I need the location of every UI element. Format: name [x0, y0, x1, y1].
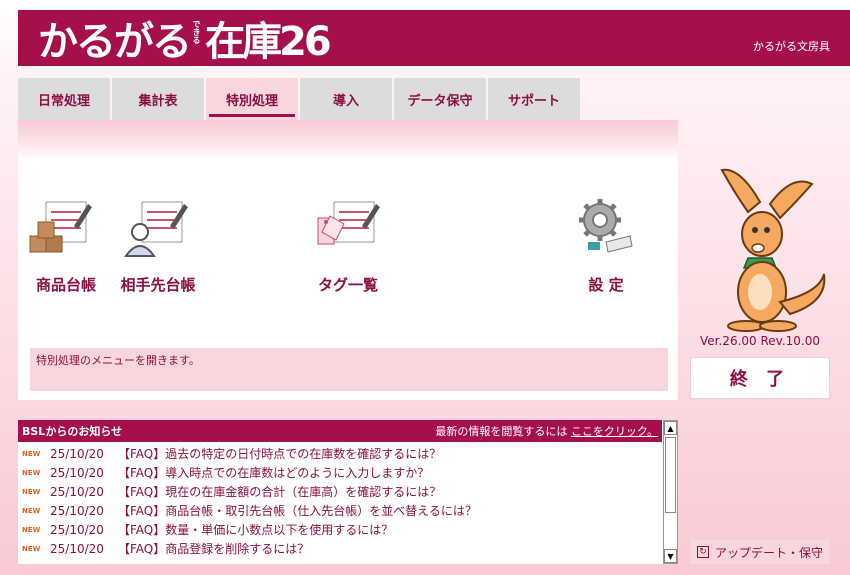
new-badge: NEW: [22, 487, 41, 496]
news-link-wrap: 最新の情報を閲覧するには ここをクリック。: [435, 423, 658, 439]
update-maintenance-label: アップデート・保守: [714, 545, 823, 560]
news-link-prefix: 最新の情報を閲覧するには: [435, 425, 568, 438]
exit-button[interactable]: 終 了: [690, 357, 830, 399]
partner-ledger-label: 相手先台帳: [120, 276, 196, 294]
news-text: 【FAQ】商品登録を削除するには？: [118, 542, 310, 556]
partner-ledger-icon: [124, 201, 188, 257]
menu-description: 特別処理のメニューを開きます。: [30, 348, 668, 391]
tab-data-maintenance[interactable]: データ保守: [394, 78, 486, 120]
tag-list-icon: [317, 201, 380, 245]
news-date: 25/10/20: [50, 484, 104, 499]
logo-sub-text: できる: [192, 20, 201, 44]
new-badge: NEW: [22, 468, 41, 477]
scroll-up-arrow-icon[interactable]: ▲: [664, 421, 677, 435]
news-date: 25/10/20: [50, 446, 104, 461]
tag-list-button[interactable]: タグ一覧: [308, 196, 388, 295]
scroll-down-arrow-icon[interactable]: ▼: [664, 549, 677, 563]
scroll-thumb[interactable]: [665, 437, 676, 513]
news-date: 25/10/20: [50, 503, 104, 518]
new-badge: NEW: [22, 449, 41, 458]
tab-setup[interactable]: 導入: [300, 78, 392, 120]
news-text: 【FAQ】数量・単価に小数点以下を使用するには？: [118, 523, 394, 537]
logo-product-text: 在庫26: [205, 19, 332, 65]
tag-list-label: タグ一覧: [317, 276, 378, 294]
tab-special[interactable]: 特別処理: [206, 78, 298, 120]
news-date: 25/10/20: [50, 465, 104, 480]
news-item[interactable]: NEW 25/10/20 【FAQ】商品登録を削除するには？: [18, 539, 662, 558]
settings-label: 設 定: [588, 276, 624, 294]
version-text: Ver.26.00 Rev.10.00: [700, 334, 820, 348]
settings-gear-icon: [579, 199, 633, 253]
news-item[interactable]: NEW 25/10/20 【FAQ】過去の特定の日付時点での在庫数を確認するには…: [18, 444, 662, 463]
news-scrollbar[interactable]: ▲ ▼: [663, 420, 678, 564]
news-text: 【FAQ】導入時点での在庫数はどのように入力しますか？: [118, 466, 430, 480]
news-date: 25/10/20: [50, 522, 104, 537]
new-badge: NEW: [22, 525, 41, 534]
kangaroo-mascot-icon: [720, 168, 826, 332]
news-list: NEW 25/10/20 【FAQ】過去の特定の日付時点での在庫数を確認するには…: [18, 444, 662, 558]
special-menu-panel: 商品台帳 相手先台帳 タグ一覧 設 定 特別処理のメニューを開きます。: [18, 120, 678, 400]
product-ledger-button[interactable]: 商品台帳: [26, 196, 106, 295]
refresh-icon: ↻: [696, 546, 709, 558]
news-text: 【FAQ】現在の在庫金額の合計（在庫高）を確認するには？: [118, 485, 442, 499]
news-item[interactable]: NEW 25/10/20 【FAQ】導入時点での在庫数はどのように入力しますか？: [18, 463, 662, 482]
tab-daily[interactable]: 日常処理: [18, 78, 110, 120]
news-item[interactable]: NEW 25/10/20 【FAQ】数量・単価に小数点以下を使用するには？: [18, 520, 662, 539]
tab-support[interactable]: サポート: [488, 78, 580, 120]
product-ledger-label: 商品台帳: [35, 276, 96, 294]
news-text: 【FAQ】過去の特定の日付時点での在庫数を確認するには？: [118, 447, 442, 461]
news-text: 【FAQ】商品台帳・取引先台帳（仕入先台帳）を並べ替えるには？: [118, 504, 477, 518]
product-ledger-icon: [29, 201, 92, 253]
news-item[interactable]: NEW 25/10/20 【FAQ】商品台帳・取引先台帳（仕入先台帳）を並べ替え…: [18, 501, 662, 520]
settings-button[interactable]: 設 定: [566, 196, 646, 295]
new-badge: NEW: [22, 544, 41, 553]
news-panel: BSLからのお知らせ 最新の情報を閲覧するには ここをクリック。 NEW 25/…: [18, 420, 678, 564]
news-header: BSLからのお知らせ 最新の情報を閲覧するには ここをクリック。: [18, 420, 662, 442]
logo-main-text: かるがる: [38, 19, 192, 65]
news-latest-link[interactable]: ここをクリック。: [571, 425, 658, 438]
news-date: 25/10/20: [50, 541, 104, 556]
tab-summary[interactable]: 集計表: [112, 78, 204, 120]
news-item[interactable]: NEW 25/10/20 【FAQ】現在の在庫金額の合計（在庫高）を確認するには…: [18, 482, 662, 501]
news-title: BSLからのお知らせ: [22, 425, 123, 438]
partner-ledger-button[interactable]: 相手先台帳: [118, 196, 198, 295]
update-maintenance-button[interactable]: ↻ アップデート・保守: [690, 540, 830, 564]
main-tabs: 日常処理 集計表 特別処理 導入 データ保守 サポート: [18, 78, 582, 120]
app-header: かるがる できる 在庫26 かるがる文房具: [18, 10, 850, 66]
company-name: かるがる文房具: [753, 40, 830, 53]
new-badge: NEW: [22, 506, 41, 515]
app-logo: かるがる できる 在庫26: [38, 14, 332, 65]
